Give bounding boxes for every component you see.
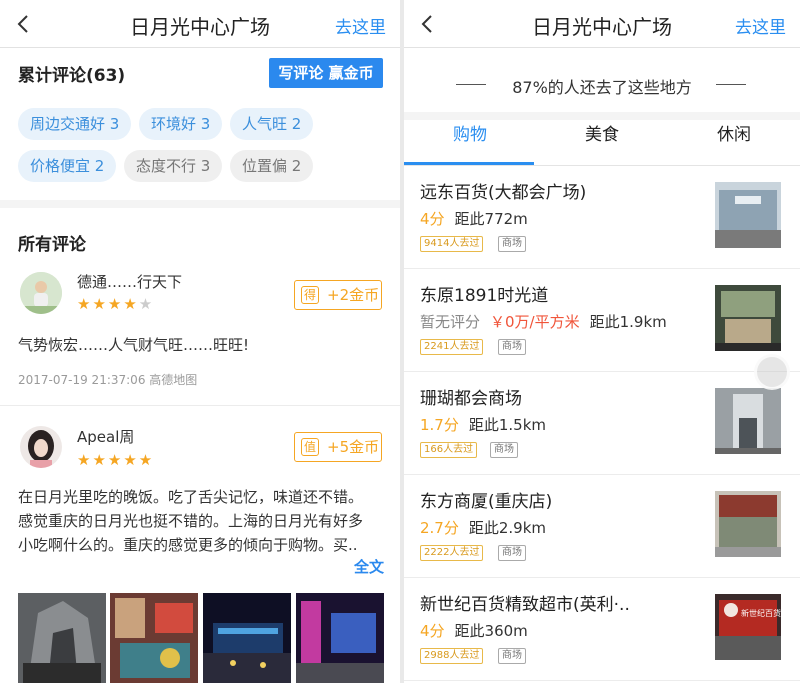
coin-mark-icon: 得	[301, 286, 319, 304]
tab-food[interactable]: 美食	[536, 120, 668, 166]
category-badge: 商场	[498, 648, 526, 664]
review-count-title: 累计评论(63)	[18, 66, 126, 86]
category-badge: 商场	[498, 339, 526, 355]
coin-reward-text: +2金币	[327, 286, 380, 304]
star-rating: ★★★★★	[77, 451, 155, 469]
place-name: 东原1891时光道	[420, 286, 549, 306]
category-badge: 商场	[498, 236, 526, 252]
review-photo[interactable]	[203, 593, 291, 683]
category-tabs: 购物 美食 休闲	[404, 120, 800, 166]
floating-scroll-handle[interactable]	[754, 354, 790, 390]
section-divider	[404, 112, 800, 120]
place-list-item[interactable]: 珊瑚都会商场 1.7分 距此1.5km 166人去过 商场	[404, 372, 800, 475]
place-thumbnail	[715, 285, 781, 351]
place-score: 4分	[420, 210, 445, 228]
avatar[interactable]	[20, 272, 62, 314]
place-info: 1.7分 距此1.5km	[420, 414, 546, 435]
place-name: 东方商厦(重庆店)	[420, 492, 553, 512]
review-tag[interactable]: 周边交通好 3	[18, 108, 132, 140]
visits-badge: 2222人去过	[420, 545, 484, 561]
visits-badge: 2241人去过	[420, 339, 484, 355]
review-screen: 日月光中心广场 去这里 累计评论(63) 写评论 赢金币 周边交通好 3 环境好…	[0, 0, 400, 683]
coin-reward-badge: 值 +5金币	[294, 432, 382, 462]
section-divider	[0, 200, 400, 208]
review-tag[interactable]: 位置偏 2	[230, 150, 314, 182]
nav-header: 日月光中心广场 去这里	[404, 0, 800, 48]
place-price: ￥0万/平方米	[490, 313, 580, 331]
review-photo[interactable]	[18, 593, 106, 683]
place-score: 1.7分	[420, 416, 459, 434]
place-thumbnail	[715, 388, 781, 454]
nearby-places-screen: 日月光中心广场 去这里 87%的人还去了这些地方 购物 美食 休闲 远东百货(大…	[404, 0, 800, 683]
store-sign-text: 新世纪百货	[741, 608, 781, 618]
full-text-link[interactable]: 全文	[354, 556, 384, 577]
coin-mark-icon: 值	[301, 438, 319, 456]
tab-shopping[interactable]: 购物	[404, 120, 536, 166]
review-tag[interactable]: 环境好 3	[139, 108, 223, 140]
place-thumbnail	[715, 491, 781, 557]
place-thumbnail: 新世纪百货	[715, 594, 781, 660]
navigate-here-button[interactable]: 去这里	[735, 13, 786, 38]
review-text-line: 小吃啊什么的。重庆的感觉更多的倾向于购物。买..	[18, 536, 358, 554]
write-review-button[interactable]: 写评论 赢金币	[269, 58, 383, 88]
place-list-item[interactable]: 东方商厦(重庆店) 2.7分 距此2.9km 2222人去过 商场	[404, 475, 800, 578]
place-list-item[interactable]: 远东百货(大都会广场) 4分 距此772m 9414人去过 商场	[404, 166, 800, 269]
review-photo[interactable]	[110, 593, 198, 683]
place-thumbnail	[715, 182, 781, 248]
place-distance: 距此360m	[454, 622, 528, 640]
star-rating: ★★★★★	[77, 295, 155, 313]
all-reviews-title: 所有评论	[18, 235, 86, 255]
place-distance: 距此1.5km	[468, 416, 547, 434]
place-score: 2.7分	[420, 519, 459, 537]
place-distance: 距此2.9km	[468, 519, 547, 537]
reviewer-name[interactable]: Apeal周	[77, 426, 134, 447]
review-divider	[0, 405, 400, 406]
review-text-line: 感觉重庆的日月光也挺不错的。上海的日月光有好多	[18, 512, 364, 530]
place-score: 暂无评分	[420, 313, 481, 331]
review-text: 气势恢宏……人气财气旺……旺旺!	[18, 336, 250, 354]
place-list-item[interactable]: 东原1891时光道 暂无评分 ￥0万/平方米 距此1.9km 2241人去过 商场	[404, 269, 800, 372]
tab-leisure[interactable]: 休闲	[668, 120, 800, 166]
nav-header: 日月光中心广场 去这里	[0, 0, 400, 48]
navigate-here-button[interactable]: 去这里	[335, 13, 386, 38]
coin-reward-badge: 得 +2金币	[294, 280, 382, 310]
place-distance: 距此772m	[454, 210, 528, 228]
place-info: 2.7分 距此2.9km	[420, 517, 546, 538]
category-badge: 商场	[490, 442, 518, 458]
category-badge: 商场	[498, 545, 526, 561]
place-name: 珊瑚都会商场	[420, 389, 522, 409]
reviewer-name[interactable]: 德通……行天下	[77, 271, 182, 292]
review-photo[interactable]	[296, 593, 384, 683]
review-text-line: 在日月光里吃的晚饭。吃了舌尖记忆，味道还不错。	[18, 488, 364, 506]
review-meta: 2017-07-19 21:37:06 高德地图	[18, 373, 198, 387]
place-info: 4分 距此360m	[420, 620, 528, 641]
visits-badge: 166人去过	[420, 442, 478, 458]
review-tag[interactable]: 态度不行 3	[124, 150, 223, 182]
visits-badge: 2988人去过	[420, 648, 484, 664]
also-visited-banner: 87%的人还去了这些地方	[512, 78, 692, 97]
review-tag[interactable]: 价格便宜 2	[18, 150, 117, 182]
place-distance: 距此1.9km	[589, 313, 667, 331]
place-info: 4分 距此772m	[420, 208, 528, 229]
avatar[interactable]	[20, 426, 62, 468]
place-name: 远东百货(大都会广场)	[420, 183, 587, 203]
visits-badge: 9414人去过	[420, 236, 484, 252]
place-score: 4分	[420, 622, 445, 640]
active-tab-indicator	[404, 162, 534, 165]
review-tag[interactable]: 人气旺 2	[230, 108, 314, 140]
banner-decor-line	[716, 84, 746, 85]
coin-reward-text: +5金币	[327, 438, 380, 456]
place-name: 新世纪百货精致超市(英利·..	[420, 595, 630, 615]
place-info: 暂无评分 ￥0万/平方米 距此1.9km	[420, 311, 667, 332]
place-list-item[interactable]: 新世纪百货精致超市(英利·.. 4分 距此360m 2988人去过 商场 新世纪百…	[404, 578, 800, 681]
